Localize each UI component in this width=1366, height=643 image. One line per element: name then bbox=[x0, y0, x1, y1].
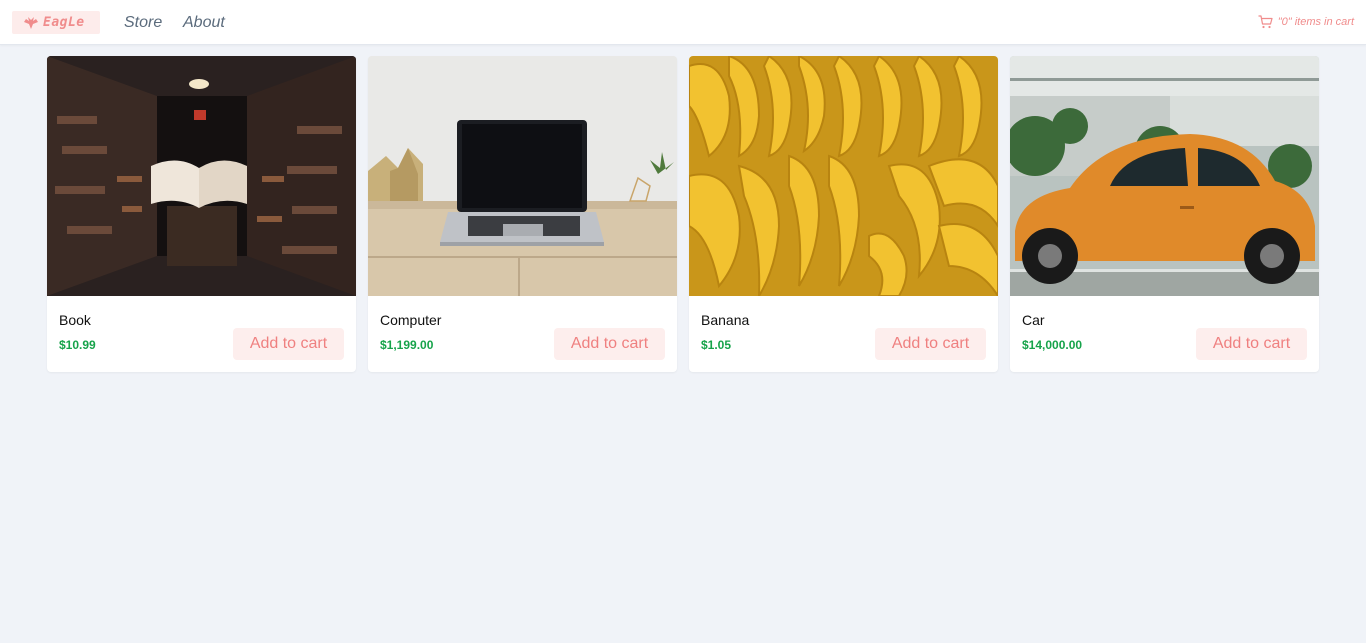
brand-name: EagLe bbox=[43, 15, 85, 30]
navbar: EagLe Store About "0" items in cart bbox=[0, 0, 1366, 45]
product-name: Car bbox=[1022, 312, 1045, 328]
add-to-cart-button[interactable]: Add to cart bbox=[875, 328, 986, 360]
cart-button[interactable]: "0" items in cart bbox=[1258, 15, 1354, 29]
product-price: $14,000.00 bbox=[1022, 338, 1083, 352]
product-name: Book bbox=[59, 312, 91, 328]
eagle-icon bbox=[24, 16, 38, 29]
book-library-image bbox=[47, 56, 356, 296]
add-to-cart-button[interactable]: Add to cart bbox=[1196, 328, 1307, 360]
product-card-banana: Banana $1.05 Add to cart bbox=[689, 56, 998, 372]
product-card-computer: Computer $1,199.00 Add to cart bbox=[368, 56, 677, 372]
laptop-desk-image bbox=[368, 56, 677, 296]
product-price: $1.05 bbox=[701, 338, 732, 352]
orange-car-image bbox=[1010, 56, 1319, 296]
product-card-car: Car $14,000.00 Add to cart bbox=[1010, 56, 1319, 372]
product-name: Banana bbox=[701, 312, 750, 328]
nav-link-store[interactable]: Store bbox=[124, 14, 162, 32]
add-to-cart-button[interactable]: Add to cart bbox=[554, 328, 665, 360]
cart-icon bbox=[1258, 15, 1273, 29]
product-price: $1,199.00 bbox=[380, 338, 434, 352]
bananas-image bbox=[689, 56, 998, 296]
product-price: $10.99 bbox=[59, 338, 96, 352]
cart-count-text: "0" items in cart bbox=[1277, 16, 1354, 28]
product-card-book: Book $10.99 Add to cart bbox=[47, 56, 356, 372]
product-name: Computer bbox=[380, 312, 442, 328]
nav-link-about[interactable]: About bbox=[183, 14, 225, 32]
add-to-cart-button[interactable]: Add to cart bbox=[233, 328, 344, 360]
brand-logo-link[interactable]: EagLe bbox=[12, 11, 100, 34]
